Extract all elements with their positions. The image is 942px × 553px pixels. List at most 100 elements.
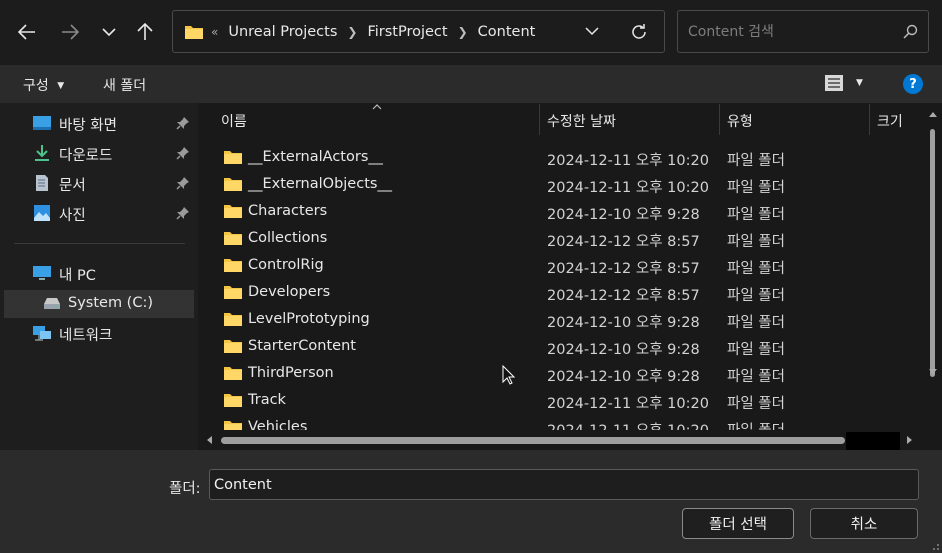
file-name: Characters: [248, 203, 328, 219]
column-divider[interactable]: [869, 104, 870, 135]
breadcrumb-item[interactable]: Content: [478, 24, 536, 40]
drive-icon: [44, 298, 60, 309]
chevron-right-icon[interactable]: ❯: [458, 25, 468, 39]
folder-field-label: 폴더:: [169, 481, 201, 497]
column-header-type[interactable]: 유형: [727, 111, 753, 131]
pin-icon[interactable]: [176, 176, 190, 190]
sidebar-item-label: 네트워크: [59, 328, 113, 344]
folder-name-field[interactable]: [209, 469, 919, 500]
column-divider[interactable]: [539, 104, 540, 135]
search-icon[interactable]: [903, 24, 918, 39]
refresh-icon[interactable]: [630, 23, 648, 41]
file-modified: 2024-12-10 오후 9:28: [547, 369, 700, 385]
search-input[interactable]: [688, 21, 888, 43]
forward-button[interactable]: [54, 14, 86, 50]
sidebar-item-desktop[interactable]: 바탕 화면: [4, 109, 194, 137]
caret-down-icon: ▼: [57, 81, 65, 91]
pin-icon[interactable]: [176, 116, 190, 130]
file-modified: 2024-12-11 오후 10:20: [547, 180, 709, 196]
breadcrumb-item[interactable]: Unreal Projects: [228, 24, 337, 40]
pin-icon[interactable]: [176, 206, 190, 220]
address-dropdown-icon[interactable]: [585, 26, 599, 36]
file-name: Developers: [248, 284, 331, 300]
back-button[interactable]: [11, 14, 43, 50]
sidebar-item-network[interactable]: 네트워크: [4, 319, 194, 347]
resize-grip-icon[interactable]: [930, 541, 940, 551]
file-type: 파일 폴더: [727, 342, 785, 358]
organize-menu[interactable]: 구성 ▼: [23, 75, 64, 95]
column-divider[interactable]: [719, 104, 720, 135]
column-header-name[interactable]: 이름: [221, 111, 247, 131]
folder-icon: [223, 284, 243, 304]
chevron-right-icon[interactable]: ❯: [347, 25, 357, 39]
file-list: __ExternalActors__ 2024-12-11 오후 10:20 파일 …: [198, 144, 928, 430]
network-icon: [33, 326, 51, 341]
sidebar-item-documents[interactable]: 문서: [4, 169, 194, 197]
details-view-icon: [825, 75, 843, 91]
table-row[interactable]: StarterContent 2024-12-10 오후 9:28 파일 폴더: [198, 333, 928, 360]
sidebar-item-downloads[interactable]: 다운로드: [4, 139, 194, 167]
scroll-down-icon[interactable]: [929, 369, 937, 375]
file-modified: 2024-12-10 오후 9:28: [547, 342, 700, 358]
file-type: 파일 폴더: [727, 261, 785, 277]
view-options-button[interactable]: ▼: [824, 74, 863, 92]
recent-locations-button[interactable]: [93, 14, 125, 50]
sidebar-item-label: System (C:): [68, 295, 154, 311]
file-type: 파일 폴더: [727, 288, 785, 304]
table-row[interactable]: ControlRig 2024-12-12 오후 8:57 파일 폴더: [198, 252, 928, 279]
column-header-modified[interactable]: 수정한 날짜: [547, 111, 616, 131]
table-row[interactable]: ThirdPerson 2024-12-10 오후 9:28 파일 폴더: [198, 360, 928, 387]
table-row[interactable]: Vehicles 2024-12-11 오후 10:20 파일 폴더: [198, 414, 928, 430]
file-modified: 2024-12-12 오후 8:57: [547, 261, 700, 277]
folder-icon: [223, 311, 243, 331]
file-name: Vehicles: [248, 419, 308, 430]
file-type: 파일 폴더: [727, 180, 785, 196]
sidebar-item-label: 문서: [59, 178, 86, 194]
file-name: LevelPrototyping: [248, 311, 370, 327]
column-headers: 이름 수정한 날짜 유형 크기: [198, 103, 942, 136]
horizontal-scrollbar-thumb[interactable]: [221, 437, 845, 444]
folder-icon: [223, 392, 243, 412]
select-folder-button[interactable]: 폴더 선택: [682, 508, 794, 539]
table-row[interactable]: Characters 2024-12-10 오후 9:28 파일 폴더: [198, 198, 928, 225]
table-row[interactable]: __ExternalObjects__ 2024-12-11 오후 10:20 파일…: [198, 171, 928, 198]
horizontal-scrollbar[interactable]: [198, 432, 928, 450]
breadcrumb-item[interactable]: FirstProject: [367, 24, 447, 40]
cancel-button[interactable]: 취소: [810, 508, 918, 539]
table-row[interactable]: Collections 2024-12-12 오후 8:57 파일 폴더: [198, 225, 928, 252]
arrow-up-icon: [137, 23, 153, 40]
file-type: 파일 폴더: [727, 315, 785, 331]
folder-icon: [223, 419, 243, 430]
search-box[interactable]: [677, 10, 929, 53]
scroll-left-icon[interactable]: [206, 436, 212, 444]
sidebar-item-pictures[interactable]: 사진: [4, 199, 194, 227]
new-folder-button[interactable]: 새 폴더: [103, 75, 146, 95]
table-row[interactable]: Developers 2024-12-12 오후 8:57 파일 폴더: [198, 279, 928, 306]
dialog-footer: 폴더: 폴더 선택 취소: [0, 450, 942, 553]
caret-down-icon: ▼: [856, 78, 863, 88]
column-header-size[interactable]: 크기: [877, 111, 903, 131]
file-type: 파일 폴더: [727, 396, 785, 412]
scrollbar-occlusion: [846, 432, 900, 450]
breadcrumb-overflow[interactable]: «: [211, 25, 218, 39]
help-button[interactable]: ?: [903, 74, 923, 94]
scroll-up-icon[interactable]: [929, 111, 937, 117]
file-modified: 2024-12-12 오후 8:57: [547, 288, 700, 304]
table-row[interactable]: __ExternalActors__ 2024-12-11 오후 10:20 파일 …: [198, 144, 928, 171]
file-type: 파일 폴더: [727, 369, 785, 385]
file-modified: 2024-12-10 오후 9:28: [547, 207, 700, 223]
file-type: 파일 폴더: [727, 419, 785, 430]
sidebar-item-drive-c[interactable]: System (C:): [4, 290, 194, 318]
command-bar: 구성 ▼ 새 폴더 ▼ ?: [0, 65, 942, 103]
file-name: __ExternalObjects__: [248, 176, 392, 192]
table-row[interactable]: Track 2024-12-11 오후 10:20 파일 폴더: [198, 387, 928, 414]
scroll-right-icon[interactable]: [907, 436, 913, 444]
file-name: ControlRig: [248, 257, 324, 273]
address-bar[interactable]: « Unreal Projects ❯ FirstProject ❯ Conte…: [172, 10, 665, 53]
sidebar-item-this-pc[interactable]: 내 PC: [4, 259, 194, 287]
vertical-scrollbar-thumb[interactable]: [930, 129, 935, 377]
pin-icon[interactable]: [176, 146, 190, 160]
table-row[interactable]: LevelPrototyping 2024-12-10 오후 9:28 파일 폴더: [198, 306, 928, 333]
up-button[interactable]: [129, 14, 161, 50]
vertical-scrollbar[interactable]: [927, 109, 939, 430]
